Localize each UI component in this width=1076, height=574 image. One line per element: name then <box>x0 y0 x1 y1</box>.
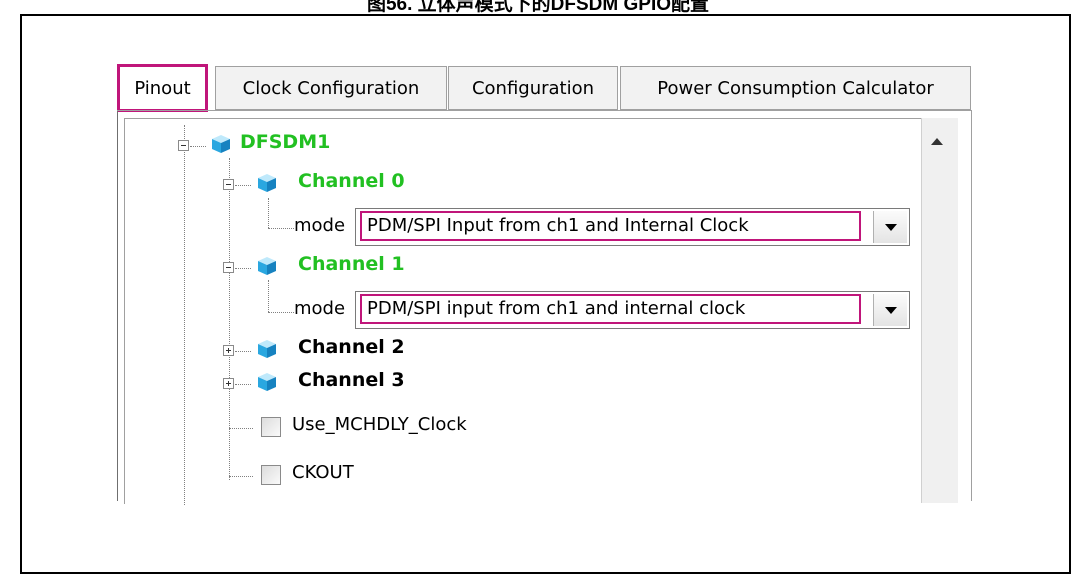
channel-cube-icon <box>258 174 276 192</box>
tab-pinout[interactable]: Pinout <box>117 64 208 112</box>
tab-pinout-label: Pinout <box>134 77 191 99</box>
tree-node-dfsdm1[interactable]: DFSDM1 <box>240 131 330 153</box>
tree-node-channel-2[interactable]: Channel 2 <box>298 336 405 358</box>
channel-1-mode-label: mode <box>294 298 346 319</box>
tree-guide-line <box>229 158 230 480</box>
tree-guide-line <box>268 228 294 229</box>
tab-power-consumption-calculator-label: Power Consumption Calculator <box>657 77 934 99</box>
tree-guide-line <box>235 185 251 186</box>
use-mchdly-clock-checkbox[interactable] <box>261 417 281 437</box>
channel-0-mode-label: mode <box>294 215 346 236</box>
tab-clock-configuration[interactable]: Clock Configuration <box>215 66 447 110</box>
scroll-up-arrow-icon[interactable] <box>931 138 943 145</box>
collapse-channel-1-toggle[interactable] <box>223 262 234 273</box>
channel-1-mode-value: PDM/SPI input from ch1 and internal cloc… <box>360 294 861 324</box>
tree-node-channel-0[interactable]: Channel 0 <box>298 170 405 192</box>
tab-configuration-label: Configuration <box>471 77 595 99</box>
tree-guide-line <box>190 146 206 147</box>
tree-guide-line <box>235 384 251 385</box>
tree-guide-line <box>235 268 251 269</box>
expand-channel-2-toggle[interactable] <box>223 345 234 356</box>
use-mchdly-clock-label: Use_MCHDLY_Clock <box>292 414 467 435</box>
tree-node-channel-1[interactable]: Channel 1 <box>298 253 405 275</box>
tree-guide-line <box>268 198 269 228</box>
tab-power-consumption-calculator[interactable]: Power Consumption Calculator <box>620 66 971 110</box>
tree-guide-line <box>268 280 269 312</box>
tree-guide-line <box>235 351 251 352</box>
tab-clock-configuration-label: Clock Configuration <box>242 77 420 99</box>
tree-node-channel-3[interactable]: Channel 3 <box>298 369 405 391</box>
channel-1-mode-select[interactable]: PDM/SPI input from ch1 and internal cloc… <box>355 291 910 329</box>
tab-configuration[interactable]: Configuration <box>448 66 618 110</box>
ckout-label: CKOUT <box>292 462 354 483</box>
channel-cube-icon <box>258 340 276 358</box>
vertical-scrollbar[interactable] <box>921 118 958 503</box>
ckout-checkbox[interactable] <box>261 465 281 485</box>
tree-guide-line <box>229 428 253 429</box>
channel-cube-icon <box>258 257 276 275</box>
collapse-channel-0-toggle[interactable] <box>223 179 234 190</box>
tree-guide-line <box>229 476 253 477</box>
channel-0-mode-select[interactable]: PDM/SPI Input from ch1 and Internal Cloc… <box>355 208 910 246</box>
chevron-down-icon[interactable] <box>873 294 907 326</box>
tree-guide-line <box>184 125 185 505</box>
collapse-dfsdm1-toggle[interactable] <box>178 140 189 151</box>
expand-channel-3-toggle[interactable] <box>223 378 234 389</box>
channel-0-mode-value: PDM/SPI Input from ch1 and Internal Cloc… <box>360 211 861 241</box>
peripheral-cube-icon <box>212 135 230 153</box>
channel-cube-icon <box>258 373 276 391</box>
chevron-down-icon[interactable] <box>873 211 907 243</box>
tree-guide-line <box>268 312 294 313</box>
